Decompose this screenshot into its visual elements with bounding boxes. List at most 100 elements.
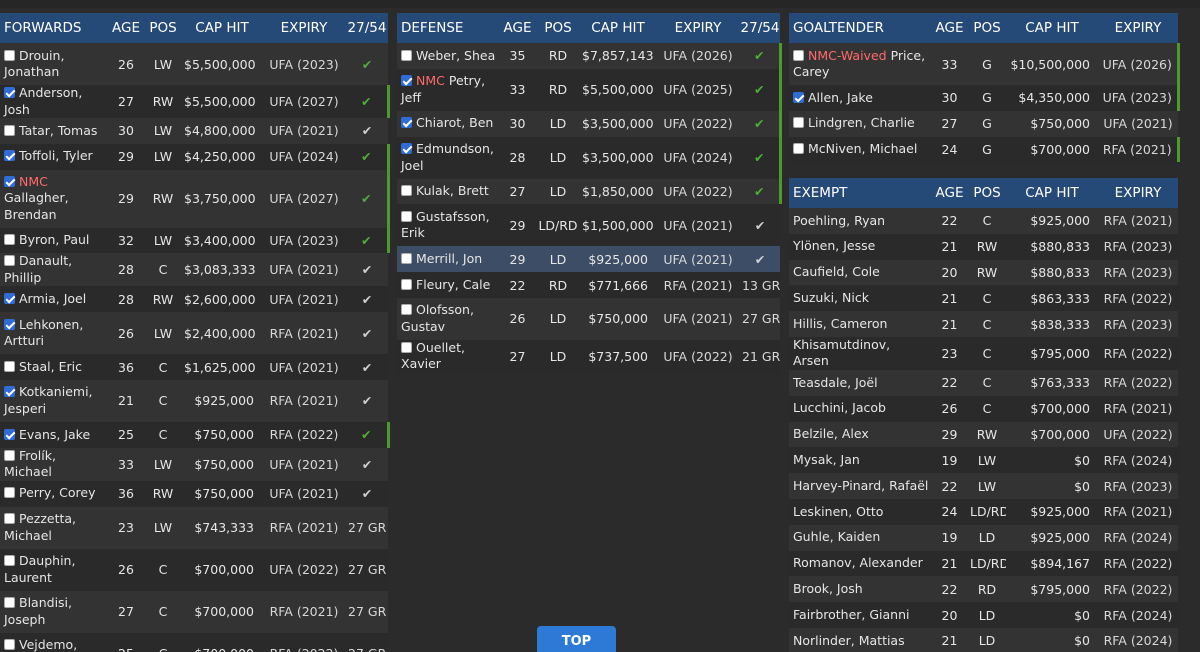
roster-checkbox[interactable] bbox=[401, 210, 412, 222]
player-name[interactable]: Byron, Paul bbox=[19, 232, 89, 247]
player-name[interactable]: Kulak, Brett bbox=[416, 183, 489, 198]
player-name[interactable]: Harvey-Pinard, Rafaël bbox=[789, 473, 931, 499]
age-header[interactable]: AGE bbox=[931, 178, 968, 208]
player-name[interactable]: Leskinen, Otto bbox=[789, 499, 931, 525]
roster-checkbox[interactable] bbox=[793, 91, 804, 103]
roster-checkbox[interactable] bbox=[401, 278, 412, 290]
cap-hit-cell: $3,500,000 bbox=[582, 150, 654, 166]
roster-checkbox[interactable] bbox=[4, 87, 15, 98]
roster-checkbox[interactable] bbox=[4, 318, 15, 330]
roster-checkbox[interactable] bbox=[4, 49, 15, 61]
player-name[interactable]: Toffoli, Tyler bbox=[19, 148, 93, 163]
age-header[interactable]: AGE bbox=[499, 13, 536, 43]
expiry-header[interactable]: EXPIRY bbox=[656, 13, 740, 43]
table-row: NMC Petry, Jeff 33 RD $5,500,000 UFA (2025) ✔ bbox=[397, 68, 782, 111]
player-name[interactable]: Lindgren, Charlie bbox=[808, 115, 915, 130]
roster-checkbox[interactable] bbox=[793, 49, 804, 61]
player-name[interactable]: Norlinder, Mattias bbox=[789, 628, 931, 652]
expiry-header[interactable]: EXPIRY bbox=[1098, 13, 1178, 43]
roster-checkbox[interactable] bbox=[4, 639, 15, 651]
exempt-panel: EXEMPT AGE POS CAP HIT EXPIRY Poehling, … bbox=[789, 178, 1178, 652]
player-name[interactable]: Evans, Jake bbox=[19, 427, 90, 442]
cap-hit-header[interactable]: CAP HIT bbox=[580, 13, 656, 43]
player-name[interactable]: Caufield, Cole bbox=[789, 260, 931, 286]
cap-hit-cell: $5,500,000 bbox=[184, 56, 256, 72]
cap-hit-header[interactable]: CAP HIT bbox=[1006, 13, 1098, 43]
player-name[interactable]: Fairbrother, Gianni bbox=[789, 602, 931, 628]
player-name[interactable]: Weber, Shea bbox=[416, 48, 495, 63]
cap-hit-header[interactable]: CAP HIT bbox=[1006, 178, 1098, 208]
roster-checkbox[interactable] bbox=[4, 255, 15, 267]
position-cell: C bbox=[982, 401, 992, 417]
player-name[interactable]: Ylönen, Jesse bbox=[789, 234, 931, 260]
expiry-cell: RFA (2021) bbox=[269, 604, 339, 620]
roster-checkbox[interactable] bbox=[4, 124, 15, 136]
player-name[interactable]: Fleury, Cale bbox=[416, 277, 490, 292]
roster-checkbox[interactable] bbox=[4, 234, 15, 246]
pos-header[interactable]: POS bbox=[968, 13, 1006, 43]
player-name[interactable]: Belzile, Alex bbox=[789, 422, 931, 448]
age-header[interactable]: AGE bbox=[108, 13, 144, 43]
status-cell: 27 GR bbox=[740, 298, 780, 340]
roster-checkbox[interactable] bbox=[401, 117, 412, 129]
player-name[interactable]: Perry, Corey bbox=[19, 485, 96, 500]
player-name[interactable]: Edmundson, Joel bbox=[401, 141, 494, 173]
roster-checkbox[interactable] bbox=[793, 143, 804, 155]
roster-checkbox[interactable] bbox=[401, 341, 412, 353]
roster-checkbox[interactable] bbox=[4, 449, 15, 461]
top-button[interactable]: TOP bbox=[537, 626, 616, 652]
player-name[interactable]: Mysak, Jan bbox=[789, 447, 931, 473]
player-name[interactable]: Allen, Jake bbox=[808, 90, 873, 105]
player-name[interactable]: Khisamutdinov, Arsen bbox=[789, 337, 931, 370]
roster-checkbox[interactable] bbox=[4, 150, 15, 162]
player-name[interactable]: Chiarot, Ben bbox=[416, 115, 493, 130]
cap-hit-header[interactable]: CAP HIT bbox=[182, 13, 262, 43]
player-name[interactable]: Brook, Josh bbox=[789, 576, 931, 602]
player-name[interactable]: Lehkonen, Artturi bbox=[4, 317, 83, 349]
player-name[interactable]: Romanov, Alexander bbox=[789, 551, 931, 577]
player-name[interactable]: Lucchini, Jacob bbox=[789, 396, 931, 422]
player-name[interactable]: Tatar, Tomas bbox=[19, 123, 97, 138]
age-header[interactable]: AGE bbox=[931, 13, 968, 43]
roster-checkbox[interactable] bbox=[4, 513, 15, 525]
player-name[interactable]: Kotkaniemi, Jesperi bbox=[4, 384, 93, 416]
player-name[interactable]: McNiven, Michael bbox=[808, 141, 917, 156]
table-row: Ouellet, Xavier 27 LD $737,500 UFA (2022) 21 … bbox=[397, 339, 780, 373]
roster-checkbox[interactable] bbox=[4, 175, 15, 187]
age-cell: 27 bbox=[118, 94, 134, 109]
position-cell: RW bbox=[152, 191, 174, 207]
roster-checkbox[interactable] bbox=[4, 555, 15, 567]
roster-checkbox[interactable] bbox=[4, 293, 15, 305]
player-name-cell: Perry, Corey bbox=[0, 481, 108, 507]
roster-checkbox[interactable] bbox=[793, 117, 804, 129]
player-name[interactable]: Staal, Eric bbox=[19, 359, 82, 374]
player-name[interactable]: Merrill, Jon bbox=[416, 251, 482, 266]
pos-header[interactable]: POS bbox=[968, 178, 1006, 208]
roster-checkbox[interactable] bbox=[401, 75, 412, 87]
roster-checkbox[interactable] bbox=[4, 360, 15, 372]
expiry-header[interactable]: EXPIRY bbox=[262, 13, 346, 43]
player-name[interactable]: Armia, Joel bbox=[19, 291, 86, 306]
expiry-header[interactable]: EXPIRY bbox=[1098, 178, 1178, 208]
games-remaining: 21 GR bbox=[742, 348, 780, 364]
player-name[interactable]: Teasdale, Joël bbox=[789, 370, 931, 396]
roster-checkbox[interactable] bbox=[401, 304, 412, 316]
player-name[interactable]: Poehling, Ryan bbox=[789, 208, 931, 234]
player-name[interactable]: Gallagher, Brendan bbox=[4, 190, 69, 222]
roster-checkbox[interactable] bbox=[401, 185, 412, 197]
roster-checkbox[interactable] bbox=[4, 487, 15, 499]
roster-checkbox[interactable] bbox=[401, 143, 412, 155]
roster-checkbox[interactable] bbox=[4, 597, 15, 609]
pos-header[interactable]: POS bbox=[536, 13, 580, 43]
player-name[interactable]: Anderson, Josh bbox=[4, 85, 82, 117]
player-name[interactable]: Gustafsson, Erik bbox=[401, 209, 490, 241]
roster-checkbox[interactable] bbox=[401, 253, 412, 265]
pos-header[interactable]: POS bbox=[144, 13, 182, 43]
player-name[interactable]: Guhle, Kaiden bbox=[789, 525, 931, 551]
roster-checkbox[interactable] bbox=[4, 428, 15, 440]
roster-checkbox[interactable] bbox=[4, 386, 15, 398]
position-cell: LD bbox=[549, 150, 567, 166]
player-name[interactable]: Hillis, Cameron bbox=[789, 311, 931, 337]
player-name[interactable]: Suzuki, Nick bbox=[789, 285, 931, 311]
roster-checkbox[interactable] bbox=[401, 49, 412, 61]
